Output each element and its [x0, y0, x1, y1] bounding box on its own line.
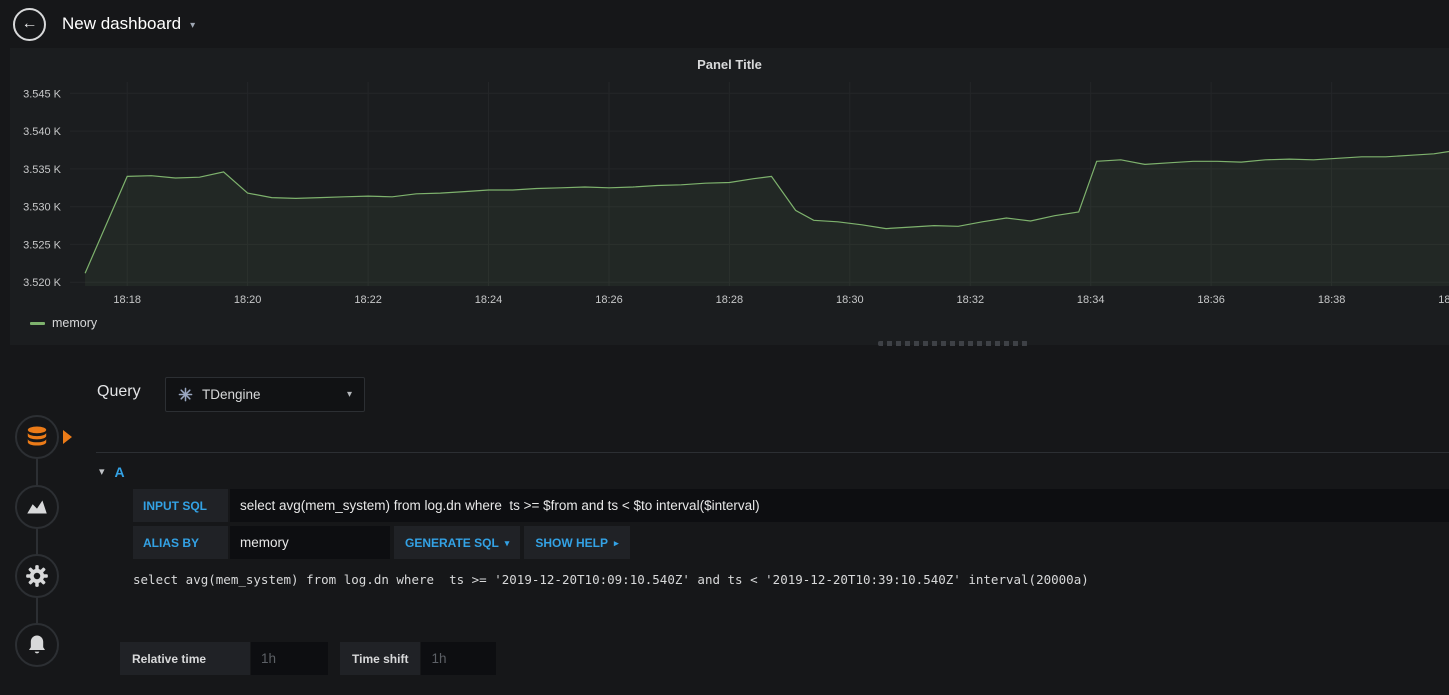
legend-color-swatch [30, 321, 45, 325]
collapse-caret-icon: ▾ [99, 466, 105, 478]
relative-time-label: Relative time [120, 642, 250, 675]
query-section-title: Query [97, 383, 141, 400]
tab-general[interactable] [15, 554, 59, 598]
relative-time-field[interactable] [251, 642, 328, 675]
alias-by-row: ALIAS BY GENERATE SQL ▾ SHOW HELP ▸ [133, 526, 1449, 559]
svg-text:18:28: 18:28 [716, 294, 744, 306]
top-navbar: ← New dashboard ▾ [0, 0, 1449, 48]
svg-text:18:20: 18:20 [234, 294, 262, 306]
svg-text:18:32: 18:32 [957, 294, 985, 306]
input-sql-row: INPUT SQL [133, 489, 1449, 522]
generate-sql-button[interactable]: GENERATE SQL ▾ [394, 526, 521, 559]
svg-text:18:40: 18:40 [1438, 294, 1449, 306]
gear-icon [26, 565, 48, 587]
panel-resize-handle[interactable] [878, 341, 1028, 346]
graph-icon [27, 500, 47, 514]
active-tab-pointer [63, 430, 72, 444]
input-sql-label: INPUT SQL [133, 489, 228, 522]
time-shift-field[interactable] [421, 642, 497, 675]
dashboard-title-dropdown[interactable]: New dashboard ▾ [62, 14, 195, 34]
svg-text:3.535 K: 3.535 K [23, 164, 62, 176]
query-time-options-row: Relative time Time shift [120, 642, 497, 675]
query-ref-id: A [114, 463, 125, 480]
dashboard-title: New dashboard [62, 14, 182, 33]
svg-text:3.545 K: 3.545 K [23, 88, 62, 100]
svg-text:3.540 K: 3.540 K [23, 126, 62, 138]
svg-text:18:18: 18:18 [113, 294, 141, 306]
svg-text:18:38: 18:38 [1318, 294, 1346, 306]
svg-text:18:26: 18:26 [595, 294, 623, 306]
tdengine-logo-icon [178, 387, 193, 402]
arrow-left-icon: ← [21, 15, 38, 32]
chevron-down-icon: ▾ [190, 20, 196, 31]
panel-title[interactable]: Panel Title [10, 57, 1449, 72]
database-icon [27, 426, 47, 446]
tab-visualization[interactable] [15, 485, 59, 529]
alias-by-field[interactable] [230, 526, 390, 559]
timeseries-plot[interactable]: 3.520 K 3.525 K 3.530 K 3.535 K 3.540 K 3.545… [10, 74, 1449, 312]
tab-alert[interactable] [15, 623, 59, 667]
query-ref-row[interactable]: ▾ A [96, 452, 1449, 484]
svg-text:3.520 K: 3.520 K [23, 277, 62, 289]
chevron-right-icon: ▸ [614, 537, 619, 548]
bell-icon [29, 635, 45, 654]
svg-text:3.530 K: 3.530 K [23, 202, 62, 214]
chevron-down-icon: ▾ [346, 389, 352, 400]
tab-connector-line [36, 437, 38, 647]
tab-queries[interactable] [15, 415, 72, 459]
back-button[interactable]: ← [13, 7, 46, 41]
time-shift-label: Time shift [340, 642, 421, 675]
graph-panel: Panel Title 3.520 K 3.525 K 3.530 K 3.535 K… [10, 48, 1449, 345]
datasource-name: TDengine [202, 387, 261, 402]
generate-sql-label: GENERATE SQL [405, 535, 499, 550]
legend: memory [30, 316, 97, 330]
svg-text:18:34: 18:34 [1077, 294, 1105, 306]
chevron-down-icon: ▾ [504, 537, 510, 548]
datasource-select[interactable]: TDengine ▾ [165, 377, 365, 412]
svg-text:3.525 K: 3.525 K [23, 239, 62, 251]
svg-text:18:24: 18:24 [475, 294, 503, 306]
svg-text:18:22: 18:22 [354, 294, 382, 306]
svg-text:18:36: 18:36 [1197, 294, 1225, 306]
legend-series-label[interactable]: memory [52, 316, 97, 330]
grafana-edit-page: ← New dashboard ▾ Panel Title 3.520 K 3.5… [0, 0, 1449, 695]
show-help-label: SHOW HELP [535, 535, 608, 550]
input-sql-field[interactable] [230, 489, 1449, 522]
svg-text:18:30: 18:30 [836, 294, 864, 306]
alias-by-label: ALIAS BY [133, 526, 228, 559]
show-help-button[interactable]: SHOW HELP ▸ [524, 526, 630, 559]
generated-sql-preview: select avg(mem_system) from log.dn where… [133, 572, 1089, 587]
